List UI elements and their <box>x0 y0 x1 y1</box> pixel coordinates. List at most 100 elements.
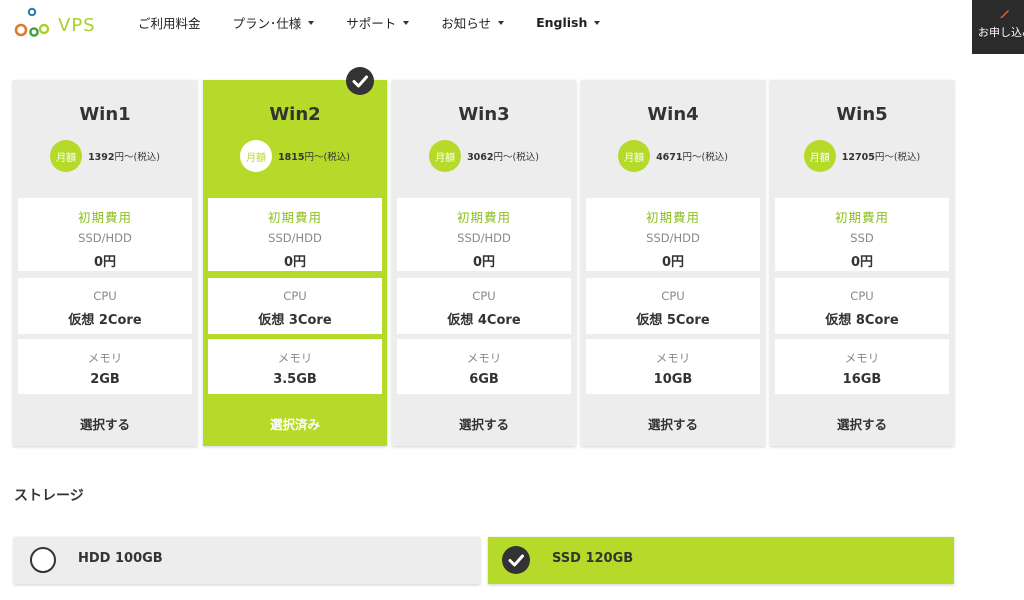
plan-name: Win4 <box>647 104 699 125</box>
disk-type: SSD/HDD <box>78 231 132 245</box>
initial-cost-value: 0円 <box>850 255 874 270</box>
price-suffix: 円〜(税込) <box>493 152 539 163</box>
cpu-label: CPU <box>472 289 496 303</box>
spec-cpu: CPU 仮想 5Core <box>586 278 760 334</box>
site-logo[interactable]: VPS <box>12 6 102 42</box>
price-amount: 12705 <box>841 152 875 163</box>
spec-initial-cost: 初期費用 SSD 0円 <box>775 198 949 271</box>
nav-pricing[interactable]: ご利用料金 <box>138 13 201 32</box>
spec-cpu: CPU 仮想 8Core <box>775 278 949 334</box>
initial-cost-label: 初期費用 <box>645 210 700 225</box>
price-text: 1392円〜(税込) <box>88 149 160 163</box>
spec-initial-cost: 初期費用 SSD/HDD 0円 <box>208 198 382 271</box>
select-plan-button[interactable]: 選択する <box>581 400 765 446</box>
price-text: 4671円〜(税込) <box>656 149 728 163</box>
cpu-label: CPU <box>283 289 307 303</box>
chevron-down-icon <box>403 20 410 25</box>
memory-value: 6GB <box>469 372 499 387</box>
spec-memory: メモリ 6GB <box>397 339 571 394</box>
cpu-label: CPU <box>850 289 874 303</box>
price-amount: 1815 <box>278 152 305 163</box>
plan-card-win5[interactable]: Win5 月額 12705円〜(税込) 初期費用 SSD 0円 CPU 仮想 8… <box>770 80 954 446</box>
site-header: VPS ご利用料金 プラン･仕様 サポート お知らせ English お申し込み <box>0 0 1024 54</box>
main-nav: ご利用料金 プラン･仕様 サポート お知らせ English <box>138 13 632 32</box>
cpu-value: 仮想 4Core <box>447 313 521 328</box>
plan-name: Win2 <box>269 104 321 125</box>
storage-option-label: HDD 100GB <box>78 551 163 566</box>
initial-cost-label: 初期費用 <box>834 210 889 225</box>
price-amount: 3062 <box>467 152 494 163</box>
select-plan-button[interactable]: 選択する <box>392 400 576 446</box>
monthly-badge: 月額 <box>429 140 462 172</box>
nav-news[interactable]: お知らせ <box>441 13 505 32</box>
plan-name: Win1 <box>79 104 131 125</box>
nav-support[interactable]: サポート <box>346 13 410 32</box>
memory-value: 10GB <box>653 372 693 387</box>
disk-type: SSD/HDD <box>646 231 700 245</box>
price-amount: 4671 <box>656 152 683 163</box>
apply-button-label: お申し込み <box>978 26 1024 39</box>
logo-rings-icon <box>14 7 50 37</box>
storage-heading: ストレージ <box>14 488 84 504</box>
price-row: 月額 4671円〜(税込) <box>581 140 765 172</box>
initial-cost-label: 初期費用 <box>77 210 132 225</box>
cpu-value: 仮想 5Core <box>636 313 710 328</box>
price-amount: 1392 <box>88 152 115 163</box>
cpu-value: 仮想 3Core <box>258 313 332 328</box>
price-suffix: 円〜(税込) <box>682 152 728 163</box>
memory-label: メモリ <box>655 351 691 365</box>
memory-value: 2GB <box>90 372 120 387</box>
plan-name: Win5 <box>836 104 888 125</box>
monthly-badge: 月額 <box>240 140 273 172</box>
initial-cost-value: 0円 <box>93 255 117 270</box>
chevron-down-icon <box>594 20 601 25</box>
spec-initial-cost: 初期費用 SSD/HDD 0円 <box>586 198 760 271</box>
spec-memory: メモリ 2GB <box>18 339 192 394</box>
spec-memory: メモリ 3.5GB <box>208 339 382 394</box>
plan-card-win3[interactable]: Win3 月額 3062円〜(税込) 初期費用 SSD/HDD 0円 CPU 仮… <box>392 80 576 446</box>
chevron-down-icon <box>498 20 505 25</box>
plan-card-win2[interactable]: Win2 月額 1815円〜(税込) 初期費用 SSD/HDD 0円 CPU 仮… <box>203 80 387 446</box>
radio-empty-icon <box>30 547 56 573</box>
price-text: 3062円〜(税込) <box>467 149 539 163</box>
logo-text: VPS <box>58 15 96 36</box>
storage-option-label: SSD 120GB <box>552 551 634 566</box>
storage-option-ssd[interactable]: SSD 120GB <box>488 537 954 584</box>
memory-label: メモリ <box>87 351 123 365</box>
monthly-badge: 月額 <box>618 140 651 172</box>
plan-card-win1[interactable]: Win1 月額 1392円〜(税込) 初期費用 SSD/HDD 0円 CPU 仮… <box>13 80 197 446</box>
initial-cost-value: 0円 <box>661 255 685 270</box>
select-plan-button[interactable]: 選択する <box>770 400 954 446</box>
monthly-badge: 月額 <box>803 140 836 172</box>
nav-english[interactable]: English <box>536 13 601 32</box>
plan-card-win4[interactable]: Win4 月額 4671円〜(税込) 初期費用 SSD/HDD 0円 CPU 仮… <box>581 80 765 446</box>
disk-type: SSD <box>850 231 874 245</box>
disk-type: SSD/HDD <box>268 231 322 245</box>
spec-memory: メモリ 10GB <box>586 339 760 394</box>
memory-label: メモリ <box>844 351 880 365</box>
cpu-value: 仮想 2Core <box>68 313 142 328</box>
price-suffix: 円〜(税込) <box>874 152 921 163</box>
nav-english-label: English <box>536 15 588 30</box>
price-text: 1815円〜(税込) <box>278 149 350 163</box>
spec-cpu: CPU 仮想 2Core <box>18 278 192 334</box>
storage-option-hdd[interactable]: HDD 100GB <box>14 537 480 584</box>
selected-plan-button[interactable]: 選択済み <box>203 400 387 446</box>
initial-cost-value: 0円 <box>283 255 307 270</box>
memory-label: メモリ <box>277 351 313 365</box>
check-icon <box>346 67 374 95</box>
plan-name: Win3 <box>458 104 510 125</box>
price-row: 月額 3062円〜(税込) <box>392 140 576 172</box>
check-icon <box>502 546 530 574</box>
apply-button[interactable]: お申し込み <box>972 0 1024 54</box>
monthly-badge: 月額 <box>50 140 83 172</box>
nav-pricing-label: ご利用料金 <box>138 16 201 31</box>
spec-initial-cost: 初期費用 SSD/HDD 0円 <box>397 198 571 271</box>
nav-plans-label: プラン･仕様 <box>232 16 302 31</box>
nav-news-label: お知らせ <box>441 16 492 31</box>
nav-plans[interactable]: プラン･仕様 <box>233 13 315 32</box>
select-plan-button[interactable]: 選択する <box>13 400 197 446</box>
price-text: 12705円〜(税込) <box>842 149 920 163</box>
spec-initial-cost: 初期費用 SSD/HDD 0円 <box>18 198 192 271</box>
price-row: 月額 1815円〜(税込) <box>203 140 387 172</box>
